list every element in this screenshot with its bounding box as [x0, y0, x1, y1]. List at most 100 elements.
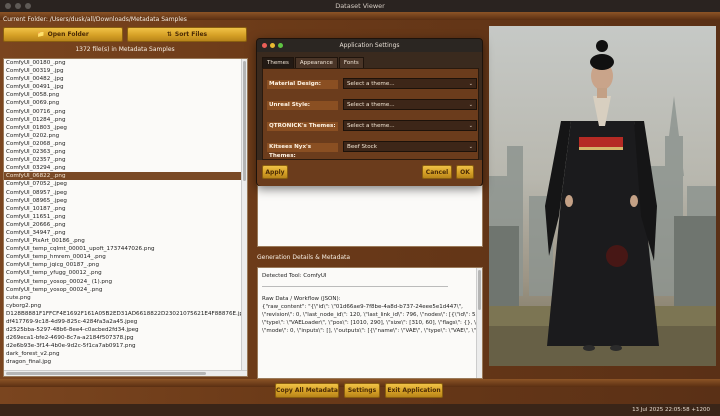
qtronick-themes-value: Select a theme...: [347, 123, 395, 129]
file-list-item[interactable]: ComfyUI_01284_.png: [4, 116, 247, 124]
status-timestamp: 13 Jul 2025 22:05:58 +1200: [632, 407, 710, 413]
themes-panel: Material Design: Select a theme... ⌄ Unr…: [262, 68, 479, 160]
file-list-item[interactable]: ComfyUI_temp_jqicg_00187_.png: [4, 261, 247, 269]
file-list-item[interactable]: ComfyUI_03294_.png: [4, 164, 247, 172]
chevron-down-icon: ⌄: [468, 123, 473, 129]
sort-icon: ⇅: [166, 31, 172, 38]
details-vscrollbar[interactable]: [476, 268, 482, 378]
file-list-item[interactable]: ComfyUI_08957_.jpeg: [4, 189, 247, 197]
file-list-item[interactable]: ComfyUI_0069.png: [4, 99, 247, 107]
file-list-item[interactable]: D128B8881F1FFCF4E1692F161A05B2ED31AD6618…: [4, 310, 247, 318]
qtronick-themes-select[interactable]: Select a theme... ⌄: [343, 120, 477, 131]
minimize-window-button[interactable]: [15, 3, 21, 9]
ok-button[interactable]: OK: [456, 165, 474, 179]
file-list-item[interactable]: d2525bba-5297-48b6-8ee4-c0acbed2fd34.jpe…: [4, 326, 247, 334]
open-folder-button[interactable]: 📁 Open Folder: [3, 27, 123, 42]
file-list-item[interactable]: ComfyUI_01803_.jpeg: [4, 124, 247, 132]
image-preview: [489, 26, 716, 366]
file-list-item[interactable]: ComfyUI_08965_.jpeg: [4, 197, 247, 205]
scroll-thumb[interactable]: [6, 372, 206, 375]
file-list-item[interactable]: ComfyUI_07052_.jpeg: [4, 180, 247, 188]
file-list-item[interactable]: ComfyUI_PixArt_00186_.png: [4, 237, 247, 245]
chevron-down-icon: ⌄: [468, 102, 473, 108]
unreal-style-row: Unreal Style: Select a theme... ⌄: [267, 99, 477, 111]
raw-json-line: \"type\": \"VAELoader\", \"pos\": [1010,…: [262, 320, 478, 326]
file-list-item[interactable]: d2e6b93e-3f14-4b0e-9d2c-5f1ca7ab0917.png: [4, 342, 247, 350]
file-list-item[interactable]: ComfyUI_10187_.png: [4, 205, 247, 213]
folder-icon: 📁: [37, 31, 45, 38]
unreal-style-label: Unreal Style:: [267, 101, 338, 110]
exit-application-button[interactable]: Exit Application: [385, 383, 443, 398]
detected-tool-line: Detected Tool: ComfyUI: [262, 273, 327, 279]
zoom-window-button[interactable]: [25, 3, 31, 9]
file-list-item[interactable]: ComfyUI_00319_.jpg: [4, 67, 247, 75]
nyx-themes-row: Kitsees Nyx's Themes: Beef Stock ⌄: [267, 141, 477, 159]
window-titlebar: Dataset Viewer: [0, 0, 720, 12]
file-list-item[interactable]: cyborg2.png: [4, 302, 247, 310]
dialog-minimize-button[interactable]: [270, 43, 275, 48]
file-list-item[interactable]: dragon_final.jpg: [4, 358, 247, 366]
file-list-item[interactable]: d269eca1-bfe2-4690-8c7a-a2184f507378.jpg: [4, 334, 247, 342]
metadata-details-text[interactable]: Detected Tool: ComfyUI Raw Data / Workfl…: [257, 267, 483, 379]
material-design-label: Material Design:: [267, 80, 338, 89]
file-list-item[interactable]: ComfyUI_11651_.png: [4, 213, 247, 221]
window-title: Dataset Viewer: [335, 2, 385, 10]
file-list-item[interactable]: ComfyUI_02363_.png: [4, 148, 247, 156]
material-design-value: Select a theme...: [347, 81, 395, 87]
raw-json-line: {"raw_content": "{\"id\": \"01d66ae9-7f8…: [262, 304, 463, 310]
copy-all-metadata-button[interactable]: Copy All Metadata: [275, 383, 339, 398]
window-controls[interactable]: [5, 3, 31, 9]
file-list-item[interactable]: ComfyUI_0058.png: [4, 91, 247, 99]
file-list-item[interactable]: ComfyUI_20666_.png: [4, 221, 247, 229]
file-list-item[interactable]: cute.png: [4, 294, 247, 302]
dialog-titlebar: Application Settings: [257, 39, 482, 52]
dialog-title: Application Settings: [339, 42, 400, 49]
material-design-select[interactable]: Select a theme... ⌄: [343, 78, 477, 89]
file-list-item[interactable]: dark_forest_v2.png: [4, 350, 247, 358]
file-list-item[interactable]: ComfyUI_temp_cqlmt_00001_upoft_173744702…: [4, 245, 247, 253]
cancel-button[interactable]: Cancel: [422, 165, 452, 179]
nyx-themes-value: Beef Stock: [347, 144, 377, 150]
nyx-themes-select[interactable]: Beef Stock ⌄: [343, 141, 477, 152]
dialog-close-button[interactable]: [262, 43, 267, 48]
scroll-thumb[interactable]: [243, 61, 246, 181]
dialog-footer: Apply Cancel OK: [257, 160, 482, 186]
material-design-row: Material Design: Select a theme... ⌄: [267, 78, 477, 90]
file-list-hscrollbar[interactable]: [4, 370, 247, 376]
file-list-item[interactable]: ComfyUI_temp_hmrem_00014_.png: [4, 253, 247, 261]
file-list-vscrollbar[interactable]: [241, 59, 247, 376]
file-list-item[interactable]: ComfyUI_00716_.png: [4, 108, 247, 116]
chevron-down-icon: ⌄: [468, 144, 473, 150]
dialog-window-controls[interactable]: [262, 43, 283, 48]
chevron-down-icon: ⌄: [468, 81, 473, 87]
unreal-style-select[interactable]: Select a theme... ⌄: [343, 99, 477, 110]
dialog-zoom-button[interactable]: [278, 43, 283, 48]
close-window-button[interactable]: [5, 3, 11, 9]
file-list-item[interactable]: ComfyUI_06822_.png: [4, 172, 247, 181]
file-list-item[interactable]: ComfyUI_34947_.png: [4, 229, 247, 237]
open-folder-label: Open Folder: [47, 31, 89, 38]
file-list-item[interactable]: ComfyUI_00180_.png: [4, 59, 247, 67]
file-list-item[interactable]: df417769-9c18-4d99-825c-4284fa3a2a45.jpe…: [4, 318, 247, 326]
apply-button[interactable]: Apply: [262, 165, 288, 179]
qtronick-themes-label: QTRONICK's Themes:: [267, 122, 338, 131]
file-list-item[interactable]: ComfyUI_temp_yosop_00024_ (1).png: [4, 278, 247, 286]
file-list-item[interactable]: ComfyUI_00491_.jpg: [4, 83, 247, 91]
file-count-label: 1372 file(s) in Metadata Samples: [75, 46, 175, 53]
file-list-item[interactable]: ComfyUI_temp_yfugg_00012_.png: [4, 269, 247, 277]
current-folder-label: Current Folder: /Users/dusk/all/Download…: [3, 16, 187, 23]
file-list-item[interactable]: ComfyUI_00482_.jpg: [4, 75, 247, 83]
file-list-items: ComfyUI_00180_.png ComfyUI_00319_.jpg Comf…: [4, 59, 247, 367]
file-list-item[interactable]: ComfyUI_0202.png: [4, 132, 247, 140]
settings-dialog: Application Settings Themes Appearance F…: [256, 38, 483, 186]
sort-files-button[interactable]: ⇅ Sort Files: [127, 27, 247, 42]
portrait-image: [489, 40, 716, 366]
file-list-item[interactable]: ComfyUI_02357_.png: [4, 156, 247, 164]
scroll-thumb[interactable]: [478, 270, 481, 310]
settings-button[interactable]: Settings: [344, 383, 380, 398]
qtronick-themes-row: QTRONICK's Themes: Select a theme... ⌄: [267, 120, 477, 132]
file-list-item[interactable]: ComfyUI_02068_.png: [4, 140, 247, 148]
file-list-item[interactable]: ComfyUI_temp_yosop_00024_.png: [4, 286, 247, 294]
file-list[interactable]: ComfyUI_00180_.png ComfyUI_00319_.jpg Comf…: [3, 58, 248, 377]
details-divider: [262, 286, 448, 287]
